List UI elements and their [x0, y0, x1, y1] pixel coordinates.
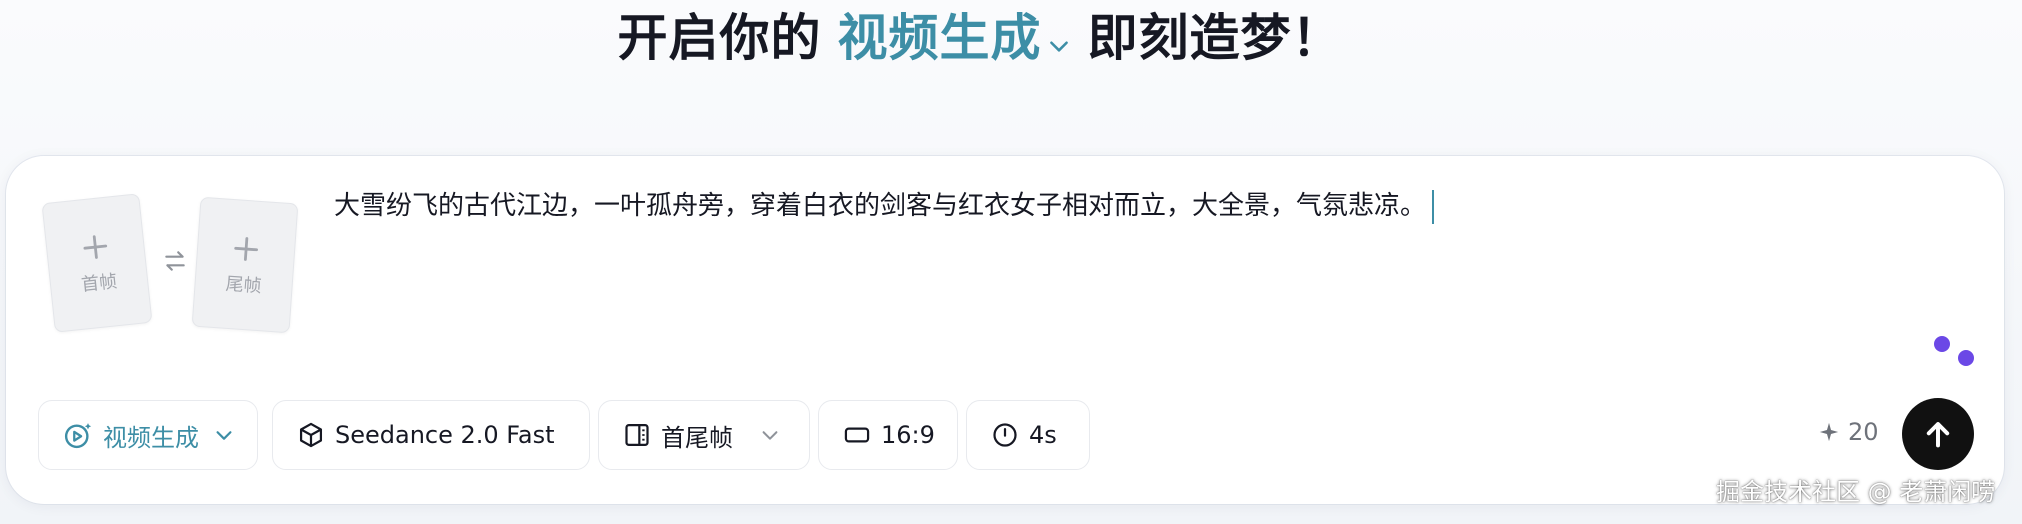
headline-mode-dropdown[interactable]: 视频生成 [838, 9, 1082, 67]
loading-dot [1958, 350, 1974, 366]
frame-mode-label: 首尾帧 [661, 423, 733, 452]
swap-arrows-icon[interactable] [162, 248, 188, 278]
last-frame-upload[interactable]: 尾帧 [191, 196, 299, 334]
frame-mode-dropdown[interactable]: 首尾帧 [598, 400, 810, 470]
prompt-input[interactable]: 大雪纷飞的古代江边，一叶孤舟旁，穿着白衣的剑客与红衣女子相对而立，大全景，气氛悲… [334, 186, 1954, 226]
model-selector-button[interactable]: Seedance 2.0 Fast [272, 400, 590, 470]
headline-mode-label: 视频生成 [837, 9, 1042, 67]
first-frame-label: 首帧 [80, 271, 119, 296]
chevron-down-icon [762, 431, 778, 440]
prompt-card: 首帧 尾帧 大雪纷飞的古代江边，一叶孤舟旁，穿着白衣的剑客与红衣女子相对而立，大… [6, 156, 2004, 504]
loading-dot [1934, 336, 1950, 352]
plus-icon [83, 235, 108, 259]
headline-prefix: 开启你的 [617, 9, 822, 67]
chevron-down-icon [1046, 10, 1072, 74]
send-button[interactable] [1902, 398, 1974, 470]
model-label: Seedance 2.0 Fast [335, 421, 555, 449]
aspect-ratio-button[interactable]: 16:9 [818, 400, 958, 470]
aspect-ratio-icon [844, 427, 870, 443]
chevron-down-icon [216, 431, 232, 440]
last-frame-label: 尾帧 [224, 273, 263, 298]
arrow-up-icon [1926, 422, 1950, 448]
clock-icon [993, 423, 1017, 447]
first-frame-upload[interactable]: 首帧 [41, 193, 153, 333]
credits-indicator: 20 [1818, 418, 1879, 446]
plus-icon [234, 237, 258, 261]
watermark-text: 掘金技术社区 @ 老萧闲唠 [1716, 478, 1996, 506]
duration-button[interactable]: 4s [966, 400, 1090, 470]
generation-mode-dropdown[interactable]: 视频生成 [38, 400, 258, 470]
page-headline: 开启你的 视频生成 即刻造梦！ [0, 6, 1960, 74]
headline-suffix: 即刻造梦！ [1087, 9, 1343, 67]
aspect-ratio-label: 16:9 [881, 421, 935, 449]
cube-icon [299, 422, 323, 448]
first-last-frame-icon [625, 423, 649, 447]
generation-mode-label: 视频生成 [103, 423, 199, 452]
duration-label: 4s [1029, 421, 1057, 449]
sparkle-icon [1819, 422, 1839, 442]
text-caret [1432, 189, 1435, 224]
credits-value: 20 [1848, 418, 1879, 446]
prompt-text: 大雪纷飞的古代江边，一叶孤舟旁，穿着白衣的剑客与红衣女子相对而立，大全景，气氛悲… [334, 191, 1427, 221]
video-sparkle-icon [64, 423, 92, 449]
